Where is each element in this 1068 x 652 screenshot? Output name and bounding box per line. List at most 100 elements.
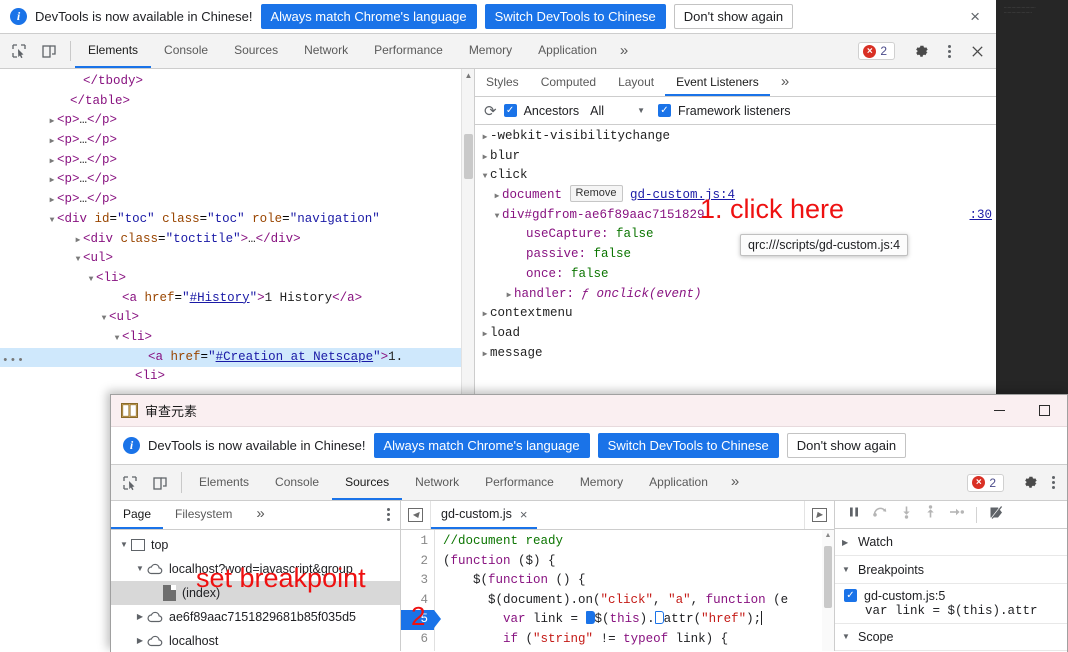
w1-tab-application[interactable]: Application: [525, 34, 610, 68]
dom-node-row[interactable]: ▶ <p>…</p>: [0, 170, 474, 190]
step-over-button[interactable]: [872, 505, 889, 524]
dom-node-row[interactable]: ▶ <p>…</p>: [0, 151, 474, 171]
w1-dont-show-again-button[interactable]: Don't show again: [673, 4, 794, 29]
event-listener-row[interactable]: ▶ message: [475, 344, 996, 364]
editor-scroll-up-icon[interactable]: ▲: [824, 532, 832, 539]
pause-button[interactable]: [847, 505, 861, 524]
disclosure-triangle-icon[interactable]: ▼: [73, 250, 83, 270]
dom-node-row[interactable]: ▶<li>: [0, 367, 474, 387]
line-number[interactable]: 2: [401, 552, 434, 572]
w1-tab-overflow-icon[interactable]: »: [610, 34, 638, 68]
listener-filter-select[interactable]: All: [590, 104, 604, 118]
w2-tab-memory[interactable]: Memory: [567, 465, 636, 500]
line-number-with-breakpoint[interactable]: 5: [401, 610, 441, 630]
navigator-tree-item[interactable]: ▶ ae6f89aac7151829681b85f035d5: [111, 605, 400, 629]
scroll-up-arrow-icon[interactable]: ▲: [464, 71, 473, 80]
disclosure-triangle-icon[interactable]: ▼: [86, 270, 96, 290]
code-line[interactable]: var link = $(this). attr("href");: [443, 610, 788, 630]
event-listener-row[interactable]: ▶once: false: [475, 265, 996, 285]
w1-close-devtools-icon[interactable]: [964, 38, 990, 64]
editor-tab-close-icon[interactable]: ×: [520, 507, 528, 522]
disclosure-triangle-icon[interactable]: ▶: [47, 132, 57, 152]
w2-always-match-language-button[interactable]: Always match Chrome's language: [373, 433, 590, 458]
sidebar-tab-layout[interactable]: Layout: [607, 69, 665, 96]
w1-always-match-language-button[interactable]: Always match Chrome's language: [260, 4, 477, 29]
w2-error-badge[interactable]: × 2: [967, 473, 1004, 492]
sidebar-tab-styles[interactable]: Styles: [475, 69, 530, 96]
disclosure-triangle-icon[interactable]: ▶: [516, 246, 526, 266]
dom-node-row[interactable]: ▼ <li>: [0, 269, 474, 289]
w1-switch-to-chinese-button[interactable]: Switch DevTools to Chinese: [484, 4, 666, 29]
dom-node-row[interactable]: ▶</table>: [0, 92, 474, 112]
event-listener-row[interactable]: ▶ load: [475, 324, 996, 344]
editor-tab-gd-custom-js[interactable]: gd-custom.js ×: [431, 501, 538, 529]
dom-node-row[interactable]: ▶ <p>…</p>: [0, 131, 474, 151]
disclosure-triangle-icon[interactable]: ▶: [480, 148, 490, 168]
disclosure-triangle-icon[interactable]: ▼: [112, 329, 122, 349]
chevron-down-icon[interactable]: ▼: [637, 106, 645, 115]
line-number[interactable]: 6: [401, 630, 434, 650]
dom-node-row[interactable]: ▶</tbody>: [0, 72, 474, 92]
code-line[interactable]: $(function () {: [443, 571, 788, 591]
dom-node-row[interactable]: •••▶<a href="#Creation_at_Netscape">1.: [0, 347, 474, 368]
w2-inspect-element-icon[interactable]: [119, 472, 141, 494]
editor-scrollbar-thumb[interactable]: [824, 546, 832, 608]
navigator-tab-filesystem[interactable]: Filesystem: [163, 501, 244, 529]
w1-tab-performance[interactable]: Performance: [361, 34, 456, 68]
refresh-icon[interactable]: ⟳: [484, 102, 497, 120]
navigator-tab-page[interactable]: Page: [111, 501, 164, 529]
event-listeners-list[interactable]: ▶ -webkit-visibilitychange ▶ blur ▼ click ▶ doc…: [475, 125, 996, 363]
code-line[interactable]: if ("string" != typeof link) {: [443, 630, 788, 650]
event-listener-row[interactable]: ▶ handler: ƒ onclick(event): [475, 285, 996, 305]
disclosure-triangle-icon[interactable]: ▶: [47, 191, 57, 211]
more-options-kebab-icon[interactable]: [936, 38, 962, 64]
navigator-more-options-icon[interactable]: [377, 501, 400, 529]
event-listener-row[interactable]: ▶ blur: [475, 147, 996, 167]
step-into-button[interactable]: [900, 505, 913, 524]
disclosure-triangle-icon[interactable]: ▶: [516, 226, 526, 246]
sidebar-tab-computed[interactable]: Computed: [530, 69, 607, 96]
disclosure-triangle-icon[interactable]: ▼: [47, 211, 57, 231]
navigator-file-tree[interactable]: ▼ top ▼ localhost?word=javascript&group (ind…: [111, 530, 400, 651]
w2-tab-console[interactable]: Console: [262, 465, 332, 500]
disclosure-triangle-icon[interactable]: ▼: [99, 309, 109, 329]
navigator-tab-overflow-icon[interactable]: »: [244, 501, 276, 529]
show-navigator-button[interactable]: ◀: [401, 501, 431, 529]
w1-tab-network[interactable]: Network: [291, 34, 361, 68]
line-number[interactable]: 3: [401, 571, 434, 591]
event-listener-row[interactable]: ▶ -webkit-visibilitychange: [475, 127, 996, 147]
debugger-section-watch[interactable]: ▶ Watch: [835, 529, 1067, 557]
event-listener-row[interactable]: ▶ document Remove gd-custom.js:4: [475, 185, 996, 206]
disclosure-triangle-icon[interactable]: ▼: [117, 540, 131, 549]
w2-more-options-kebab-icon[interactable]: [1045, 470, 1061, 496]
dom-node-row[interactable]: ▼ <ul>: [0, 249, 474, 269]
listener-handler-value[interactable]: ƒ onclick(event): [582, 287, 702, 301]
dom-tree[interactable]: ▶</tbody>▶</table>▶<p>…</p>▶<p>…</p>▶<p>…: [0, 69, 474, 387]
disclosure-triangle-icon[interactable]: ▶: [125, 368, 135, 388]
event-listener-row[interactable]: ▶passive: false: [475, 245, 996, 265]
event-listener-row[interactable]: ▶ contextmenu: [475, 304, 996, 324]
event-listener-row[interactable]: ▼ click: [475, 166, 996, 186]
navigator-tree-item[interactable]: (index): [111, 580, 400, 605]
w1-tab-elements[interactable]: Elements: [75, 34, 152, 68]
dom-node-row[interactable]: ▼ <li>: [0, 328, 474, 348]
navigator-tree-item[interactable]: ▼ localhost?word=javascript&group: [111, 557, 400, 581]
debugger-section-breakpoints[interactable]: ▼ Breakpoints: [835, 556, 1067, 584]
w2-tab-network[interactable]: Network: [402, 465, 472, 500]
w2-dont-show-again-button[interactable]: Don't show again: [786, 433, 907, 458]
w1-banner-close-icon[interactable]: ×: [964, 8, 986, 25]
disclosure-triangle-icon[interactable]: ▶: [480, 345, 490, 365]
breakpoint-list-item[interactable]: ✓ gd-custom.js:5 var link = $(this).attr: [835, 584, 1067, 624]
disclosure-triangle-icon[interactable]: ▶: [480, 325, 490, 345]
dom-node-row[interactable]: ▼ <div id="toc" class="toc" role="navigat…: [0, 210, 474, 230]
deactivate-breakpoints-button[interactable]: [988, 505, 1005, 525]
scrollbar-thumb[interactable]: [464, 134, 473, 179]
disclosure-triangle-icon[interactable]: ▶: [47, 171, 57, 191]
w2-device-toolbar-icon[interactable]: [149, 472, 171, 494]
disclosure-triangle-icon[interactable]: ▼: [492, 207, 502, 227]
minimize-button[interactable]: [977, 395, 1022, 426]
event-listener-row[interactable]: ▼ div#gdfrom-ae6f89aac7151829:30: [475, 206, 996, 226]
code-line[interactable]: $(document).on("click", "a", function (e: [443, 591, 788, 611]
inspect-element-icon[interactable]: [8, 40, 30, 62]
dom-node-row[interactable]: ▶<a href="#History">1 History</a>: [0, 289, 474, 309]
